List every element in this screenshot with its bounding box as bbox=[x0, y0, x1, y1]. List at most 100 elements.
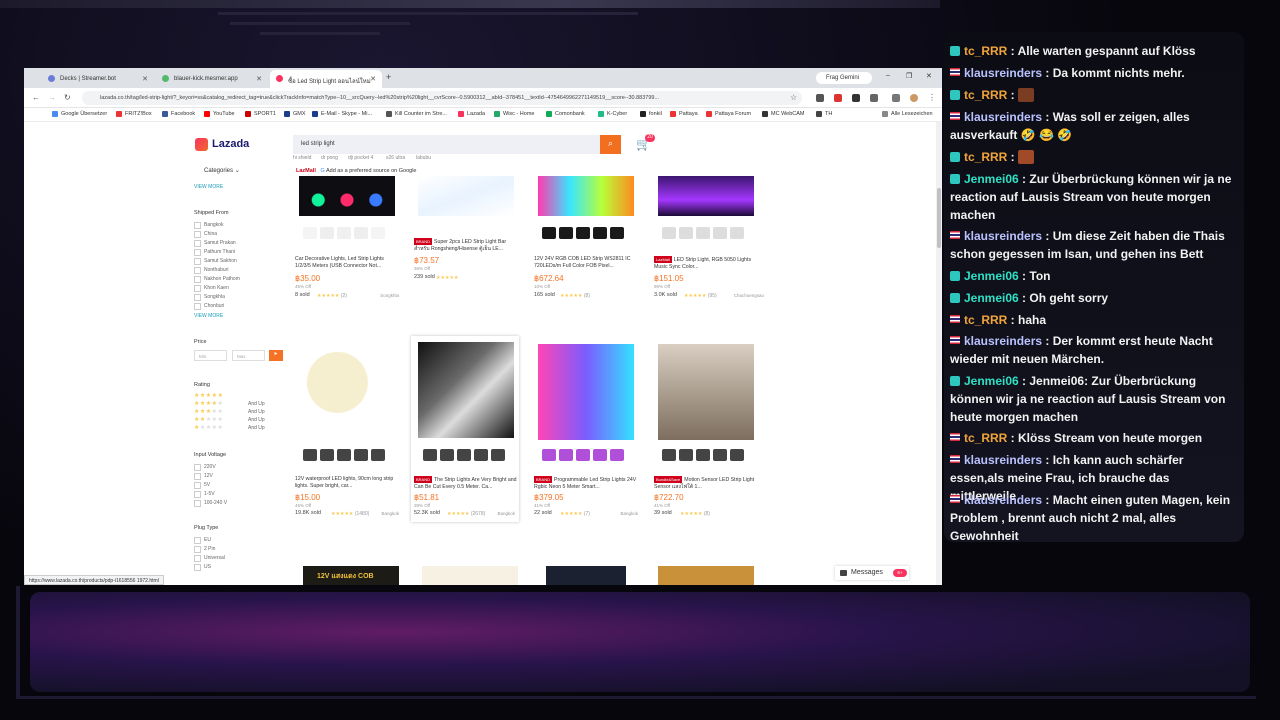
product-name[interactable]: BRAND Super 2pcs LED Strip Light Bar สำหร… bbox=[414, 238, 520, 252]
filter-option[interactable]: Chonburi bbox=[194, 303, 224, 310]
product-card[interactable]: BRAND Super 2pcs LED Strip Light Bar สำหร… bbox=[414, 176, 522, 350]
extension-icon[interactable] bbox=[852, 94, 860, 102]
product-image[interactable] bbox=[538, 344, 634, 440]
search-suggestion[interactable]: hi shield bbox=[293, 155, 311, 161]
filter-option[interactable]: Nakhon Pathom bbox=[194, 276, 240, 283]
bookmark-item[interactable]: Facebook bbox=[162, 111, 195, 117]
filter-option[interactable]: China bbox=[194, 231, 217, 238]
product-image[interactable] bbox=[658, 176, 754, 216]
rating-1-star[interactable]: ★★★★★ bbox=[194, 424, 223, 431]
product-image[interactable] bbox=[538, 176, 634, 216]
close-icon[interactable]: ✕ bbox=[142, 75, 148, 83]
bookmark-item[interactable]: GMX bbox=[284, 111, 306, 117]
scrollbar-thumb[interactable] bbox=[937, 188, 941, 248]
bookmark-item[interactable]: Kill Counter im Stre... bbox=[386, 111, 447, 117]
bookmark-item[interactable]: MC WebCAM bbox=[762, 111, 805, 117]
tab-streamer-bot[interactable]: Decks | Streamer.bot ✕ bbox=[42, 70, 154, 88]
product-card[interactable]: Car Decorative Lights, Led Strip Lights … bbox=[295, 176, 403, 350]
view-more-link[interactable]: VIEW MORE bbox=[194, 313, 223, 319]
product-card[interactable] bbox=[654, 566, 762, 585]
filter-option[interactable]: 100-240 V bbox=[194, 500, 227, 507]
filter-option[interactable]: 12V bbox=[194, 473, 213, 480]
filter-option[interactable]: 5V bbox=[194, 482, 210, 489]
filter-option[interactable]: Khon Kaen bbox=[194, 285, 229, 292]
bookmark-star-icon[interactable]: ☆ bbox=[790, 93, 797, 102]
product-card[interactable]: BRAND The Strip Lights Are Very Bright an… bbox=[411, 336, 519, 522]
filter-option[interactable]: US bbox=[194, 564, 211, 571]
product-name[interactable]: BRAND The Strip Lights Are Very Bright an… bbox=[414, 476, 520, 490]
menu-icon[interactable]: ⋮ bbox=[928, 93, 936, 102]
product-name[interactable]: 12V waterproof LED lights, 90cm long str… bbox=[295, 476, 401, 490]
tab-lazada[interactable]: ซื้อ Led Strip Light ออนไลน์ใหม่ ✕ bbox=[270, 70, 382, 88]
filter-option[interactable]: Samut Prakan bbox=[194, 240, 236, 247]
download-icon[interactable] bbox=[892, 94, 900, 102]
tab-kick-mesmer[interactable]: blauer-kick.mesmer.app ✕ bbox=[156, 70, 268, 88]
bookmark-item[interactable]: K-Cyber bbox=[598, 111, 627, 117]
forward-icon[interactable]: → bbox=[48, 93, 56, 102]
price-min-input[interactable]: Min bbox=[194, 350, 227, 361]
price-max-input[interactable]: Max bbox=[232, 350, 265, 361]
search-suggestion[interactable]: dji pocket 4 bbox=[348, 155, 373, 161]
product-image[interactable] bbox=[418, 342, 514, 438]
price-apply-button[interactable]: ▸ bbox=[269, 350, 283, 361]
new-tab-button[interactable]: + bbox=[386, 72, 391, 82]
rating-3-stars[interactable]: ★★★★★ bbox=[194, 408, 223, 415]
product-name[interactable]: LazMall LED Strip Light, RGB 5050 Lights … bbox=[654, 256, 760, 270]
product-card[interactable]: LazMall LED Strip Light, RGB 5050 Lights … bbox=[654, 176, 764, 350]
messages-button[interactable]: Messages 6+ bbox=[835, 566, 909, 580]
categories-dropdown[interactable]: Categories ⌄ bbox=[204, 167, 240, 174]
product-image[interactable] bbox=[418, 176, 514, 216]
reload-icon[interactable]: ↻ bbox=[64, 93, 71, 102]
product-image[interactable] bbox=[658, 344, 754, 440]
scrollbar[interactable] bbox=[936, 122, 942, 585]
product-card[interactable]: 12V แสงแดง COB bbox=[299, 566, 407, 585]
bookmark-item[interactable]: Wisc - Home bbox=[494, 111, 534, 117]
product-card[interactable]: 12V 24V RGB COB LED Strip WS2811 IC 720L… bbox=[534, 176, 642, 350]
frag-gemini-button[interactable]: Frag Gemini bbox=[816, 72, 872, 84]
filter-option[interactable]: 1-5V bbox=[194, 491, 215, 498]
close-icon[interactable]: ✕ bbox=[370, 75, 376, 83]
minimize-icon[interactable]: – bbox=[886, 72, 890, 79]
product-card[interactable] bbox=[542, 566, 650, 585]
lazada-logo-icon[interactable] bbox=[195, 138, 208, 151]
product-card[interactable]: 12V waterproof LED lights, 90cm long str… bbox=[295, 344, 403, 517]
maximize-icon[interactable]: ❐ bbox=[906, 72, 912, 80]
product-card[interactable] bbox=[418, 566, 526, 585]
filter-option[interactable]: Nonthaburi bbox=[194, 267, 228, 274]
bookmark-item[interactable]: E-Mail - Skype - Mi... bbox=[312, 111, 372, 117]
product-image[interactable]: 12V แสงแดง COB bbox=[303, 566, 399, 585]
extension-icon[interactable] bbox=[834, 94, 842, 102]
bookmark-item[interactable]: Comonbank bbox=[546, 111, 585, 117]
filter-option[interactable]: 220V bbox=[194, 464, 216, 471]
filter-option[interactable]: EU bbox=[194, 537, 211, 544]
search-suggestion[interactable]: labubu bbox=[416, 155, 431, 161]
bookmark-item[interactable]: fonkil bbox=[640, 111, 662, 117]
bookmark-item[interactable]: TH bbox=[816, 111, 832, 117]
bookmark-item[interactable]: Pattaya bbox=[670, 111, 698, 117]
search-suggestion[interactable]: s26 ultra bbox=[386, 155, 405, 161]
product-name[interactable]: BRAND Programmable Led Strip Lights 24V R… bbox=[534, 476, 640, 490]
product-image[interactable] bbox=[546, 566, 626, 585]
search-input[interactable]: led strip light bbox=[293, 135, 600, 154]
lazada-logo[interactable]: Lazada bbox=[212, 138, 249, 150]
close-icon[interactable]: ✕ bbox=[256, 75, 262, 83]
product-name[interactable]: 12V 24V RGB COB LED Strip WS2811 IC 720L… bbox=[534, 256, 640, 270]
filter-option[interactable]: Songkhla bbox=[194, 294, 225, 301]
search-suggestion[interactable]: dr pong bbox=[321, 155, 338, 161]
all-bookmarks[interactable]: Alle Lesezeichen bbox=[882, 111, 933, 117]
rating-5-stars[interactable]: ★★★★★ bbox=[194, 392, 223, 399]
product-card[interactable]: Bundle&Save Motion Sensor LED Strip Light… bbox=[654, 344, 762, 517]
product-name[interactable]: Car Decorative Lights, Led Strip Lights … bbox=[295, 256, 401, 270]
view-more-link[interactable]: VIEW MORE bbox=[194, 184, 223, 190]
bookmark-item[interactable]: Lazada bbox=[458, 111, 485, 117]
product-image[interactable] bbox=[422, 566, 518, 585]
product-image[interactable] bbox=[299, 344, 395, 440]
rating-2-stars[interactable]: ★★★★★ bbox=[194, 416, 223, 423]
url-input[interactable]: lazada.co.th/tag/led-strip-light/?_keyor… bbox=[82, 91, 802, 105]
bookmark-item[interactable]: FRITZ!Box bbox=[116, 111, 152, 117]
search-button[interactable]: ⌕ bbox=[600, 135, 621, 154]
filter-option[interactable]: Bangkok bbox=[194, 222, 223, 229]
extension-icon[interactable] bbox=[816, 94, 824, 102]
bookmark-item[interactable]: YouTube bbox=[204, 111, 235, 117]
product-image[interactable] bbox=[658, 566, 754, 585]
